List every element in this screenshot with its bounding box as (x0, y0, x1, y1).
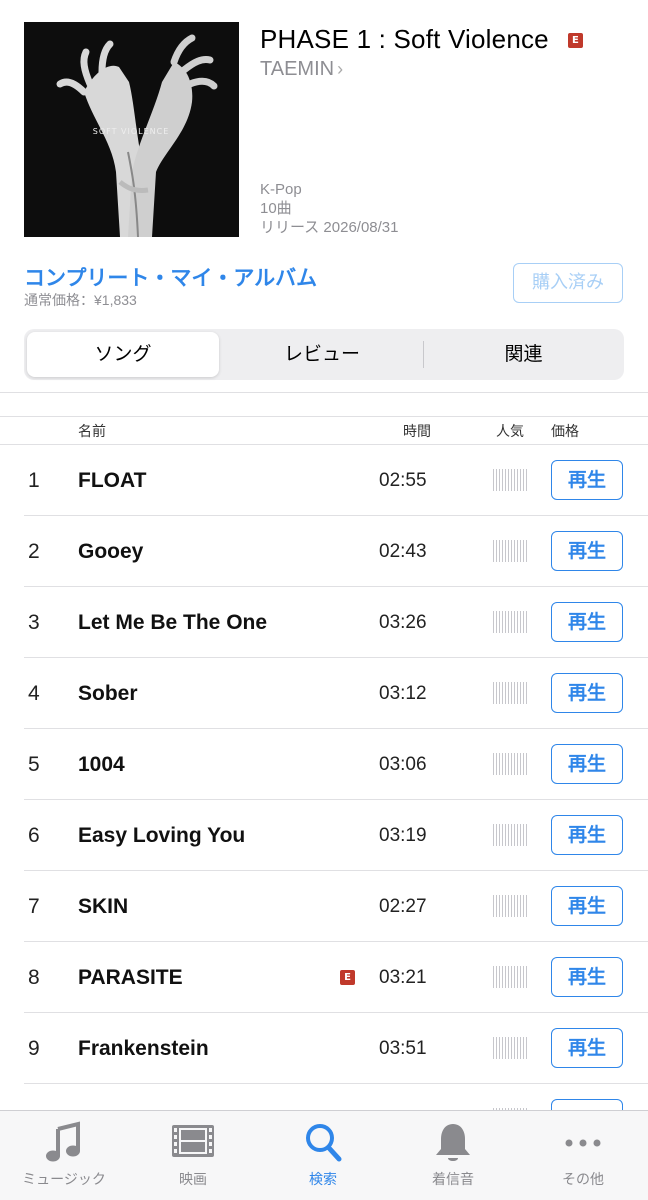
track-number: 9 (28, 1037, 40, 1060)
chevron-right-icon: › (337, 59, 344, 79)
segment-divider (423, 341, 424, 368)
search-icon (306, 1124, 342, 1162)
film-icon (172, 1125, 214, 1157)
popularity-meter (493, 824, 528, 846)
bell-icon (436, 1124, 470, 1161)
song-title: SKIN (78, 895, 129, 918)
complete-my-album-link[interactable]: コンプリート・マイ・アルバム (24, 262, 317, 292)
music-note-icon (46, 1121, 80, 1162)
explicit-badge: E (340, 970, 355, 985)
track-number: 5 (28, 753, 40, 776)
song-duration: 02:27 (379, 896, 427, 917)
purchased-button[interactable]: 購入済み (513, 263, 623, 303)
explicit-badge: E (568, 33, 583, 48)
play-button[interactable]: 再生 (551, 673, 623, 713)
popularity-meter (493, 611, 528, 633)
album-genre: K-Pop (260, 181, 302, 198)
track-number: 6 (28, 824, 40, 847)
song-duration: 02:55 (379, 470, 427, 491)
song-title: Sober (78, 682, 138, 705)
popularity-meter (493, 540, 528, 562)
album-meta: K-Pop 10曲 リリース 2026/08/31 (260, 180, 399, 237)
song-title: 1004 (78, 753, 125, 776)
column-header-price: 価格 (551, 424, 579, 440)
song-row[interactable]: 7 SKIN 02:27 再生 (0, 871, 648, 942)
play-button[interactable]: 再生 (551, 744, 623, 784)
divider (0, 416, 648, 417)
song-duration: 03:21 (379, 967, 427, 988)
album-title: PHASE 1 : Soft Violence E (260, 24, 583, 55)
tab-search[interactable]: 検索 (258, 1111, 388, 1200)
popularity-meter (493, 682, 528, 704)
song-duration: 03:12 (379, 683, 427, 704)
song-row[interactable]: 6 Easy Loving You 03:19 再生 (0, 800, 648, 871)
segment-related[interactable]: 関連 (426, 332, 621, 377)
segmented-control: ソング レビュー 関連 (24, 329, 624, 380)
song-title: Frankenstein (78, 1037, 209, 1060)
regular-price: 通常価格：¥1,833 (24, 292, 137, 308)
song-duration: 02:43 (379, 541, 427, 562)
song-title: Let Me Be The One (78, 611, 268, 634)
column-header-name: 名前 (78, 424, 106, 440)
popularity-meter (493, 966, 528, 988)
song-duration: 03:19 (379, 825, 427, 846)
play-button[interactable]: 再生 (551, 531, 623, 571)
tab-label: 着信音 (432, 1172, 474, 1188)
divider (0, 392, 648, 393)
track-number: 1 (28, 469, 40, 492)
track-number: 2 (28, 540, 40, 563)
tab-ringtones[interactable]: 着信音 (388, 1111, 518, 1200)
track-number: 4 (28, 682, 40, 705)
song-duration: 03:51 (379, 1038, 427, 1059)
tab-movies[interactable]: 映画 (128, 1111, 258, 1200)
play-button[interactable]: 再生 (551, 886, 623, 926)
song-row[interactable]: 3 Let Me Be The One 03:26 再生 (0, 587, 648, 658)
popularity-meter (493, 895, 528, 917)
album-artwork-image: SOFT VIOLENCE (24, 22, 239, 237)
track-number: 7 (28, 895, 40, 918)
artist-name: TAEMIN (260, 58, 335, 80)
track-number: 8 (28, 966, 40, 989)
album-track-count: 10曲 (260, 200, 292, 217)
album-artwork[interactable]: SOFT VIOLENCE (24, 22, 239, 237)
track-number: 3 (28, 611, 40, 634)
column-header-popularity: 人気 (496, 424, 524, 440)
song-title: Gooey (78, 540, 144, 563)
segment-reviews[interactable]: レビュー (224, 332, 420, 377)
song-title: FLOAT (78, 469, 147, 492)
song-row[interactable]: 1 FLOAT 02:55 再生 (0, 445, 648, 516)
play-button[interactable]: 再生 (551, 957, 623, 997)
artist-link[interactable]: TAEMIN › (260, 58, 343, 81)
tab-label: 映画 (179, 1172, 207, 1188)
popularity-meter (493, 1037, 528, 1059)
album-header: SOFT VIOLENCE PHASE 1 : Soft Violence E … (0, 0, 648, 250)
tab-music[interactable]: ミュージック (0, 1111, 128, 1200)
tab-bar: ミュージック 映画 検索 着信音 その他 (0, 1110, 648, 1200)
segment-songs[interactable]: ソング (27, 332, 219, 377)
play-button[interactable]: 再生 (551, 460, 623, 500)
column-header-time: 時間 (403, 424, 431, 440)
tab-label: ミュージック (22, 1172, 106, 1188)
song-duration: 03:26 (379, 612, 427, 633)
song-row[interactable]: 5 1004 03:06 再生 (0, 729, 648, 800)
tab-label: 検索 (309, 1172, 337, 1188)
song-row[interactable]: 4 Sober 03:12 再生 (0, 658, 648, 729)
song-row[interactable]: 8 PARASITE E 03:21 再生 (0, 942, 648, 1013)
song-title: PARASITE (78, 966, 183, 989)
play-button[interactable]: 再生 (551, 815, 623, 855)
tab-more[interactable]: その他 (518, 1111, 648, 1200)
more-icon (565, 1139, 601, 1147)
popularity-meter (493, 469, 528, 491)
artwork-title-text: SOFT VIOLENCE (93, 127, 170, 136)
song-row[interactable]: 2 Gooey 02:43 再生 (0, 516, 648, 587)
album-title-text: PHASE 1 : Soft Violence (260, 24, 549, 54)
album-release-date: リリース 2026/08/31 (260, 219, 399, 236)
song-duration: 03:06 (379, 754, 427, 775)
popularity-meter (493, 753, 528, 775)
tab-label: その他 (562, 1172, 604, 1188)
song-row[interactable]: 9 Frankenstein 03:51 再生 (0, 1013, 648, 1084)
play-button[interactable]: 再生 (551, 602, 623, 642)
song-title: Easy Loving You (78, 824, 246, 847)
play-button[interactable]: 再生 (551, 1028, 623, 1068)
